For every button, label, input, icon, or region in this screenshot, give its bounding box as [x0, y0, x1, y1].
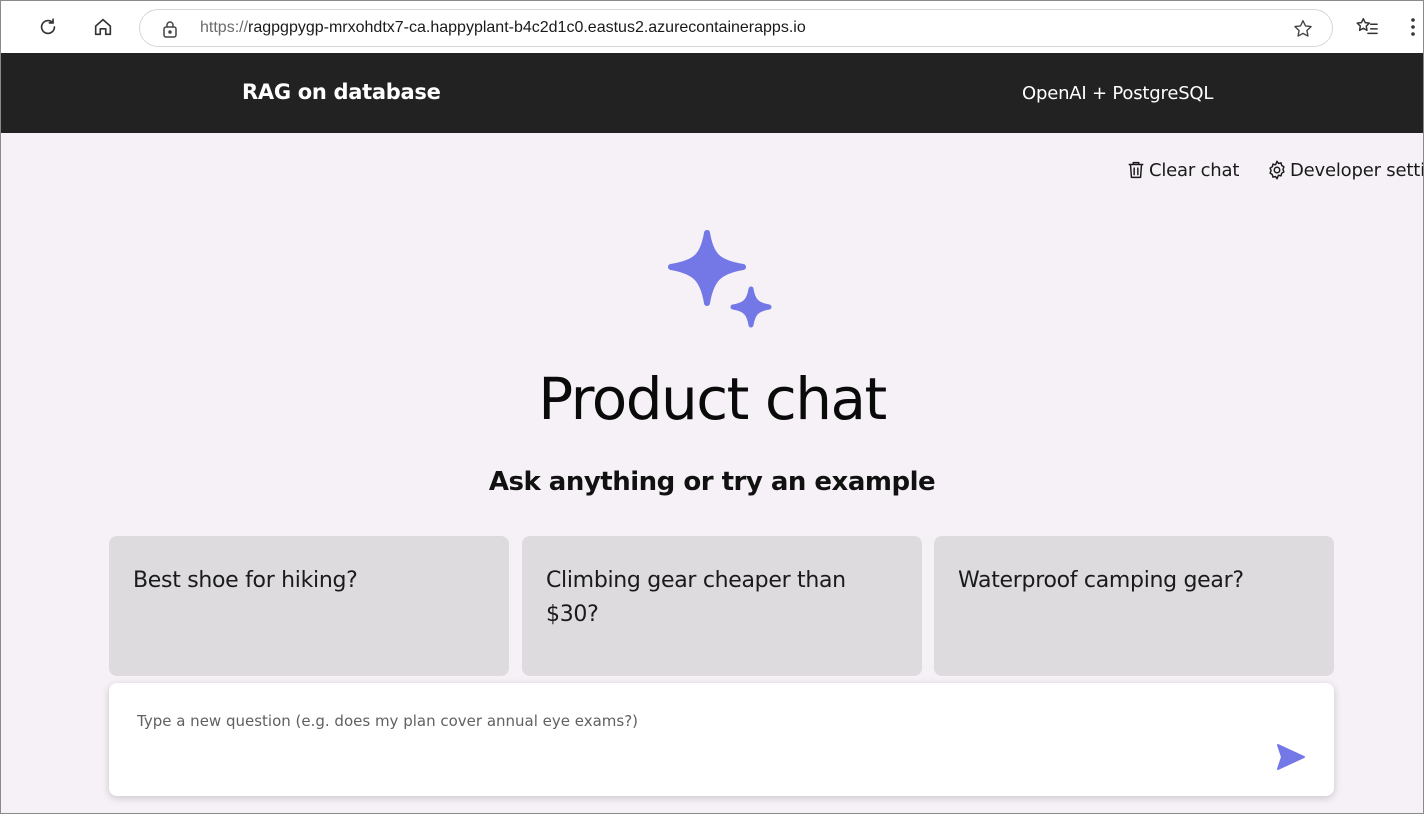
question-box	[109, 683, 1334, 796]
example-card[interactable]: Best shoe for hiking?	[109, 536, 509, 676]
example-card[interactable]: Waterproof camping gear?	[934, 536, 1334, 676]
example-card[interactable]: Climbing gear cheaper than $30?	[522, 536, 922, 676]
developer-settings-button[interactable]: Developer setti	[1266, 159, 1423, 181]
app-title[interactable]: RAG on database	[242, 80, 441, 104]
clear-chat-label: Clear chat	[1149, 159, 1240, 181]
url-host: ragpgpygp-mrxohdtx7-ca.happyplant-b4c2d1…	[248, 19, 806, 36]
send-button[interactable]	[1273, 739, 1309, 775]
url-scheme: https://	[200, 19, 249, 36]
sparkle-icon	[665, 229, 777, 343]
question-input[interactable]	[137, 709, 1257, 733]
address-bar[interactable]: https://ragpgpygp-mrxohdtx7-ca.happyplan…	[139, 9, 1333, 47]
chat-main: Clear chat Developer setti Product chat …	[1, 133, 1423, 813]
app-subtitle: OpenAI + PostgreSQL	[1022, 83, 1214, 104]
more-icon[interactable]	[1397, 11, 1424, 43]
developer-settings-label: Developer setti	[1290, 159, 1423, 181]
send-icon	[1277, 744, 1305, 770]
url-text: https://ragpgpygp-mrxohdtx7-ca.happyplan…	[200, 19, 806, 37]
gear-icon	[1269, 160, 1285, 180]
trash-icon	[1128, 161, 1144, 179]
app-header: RAG on database OpenAI + PostgreSQL	[1, 53, 1423, 133]
page-subtitle: Ask anything or try an example	[488, 467, 936, 497]
refresh-icon[interactable]	[32, 11, 64, 43]
favorites-icon[interactable]	[1351, 11, 1383, 43]
lock-icon[interactable]	[162, 20, 178, 42]
browser-toolbar: https://ragpgpygp-mrxohdtx7-ca.happyplan…	[1, 1, 1423, 53]
page-title: Product chat	[538, 365, 887, 433]
star-icon[interactable]	[1292, 18, 1314, 44]
clear-chat-button[interactable]: Clear chat	[1125, 159, 1239, 181]
home-icon[interactable]	[87, 11, 119, 43]
